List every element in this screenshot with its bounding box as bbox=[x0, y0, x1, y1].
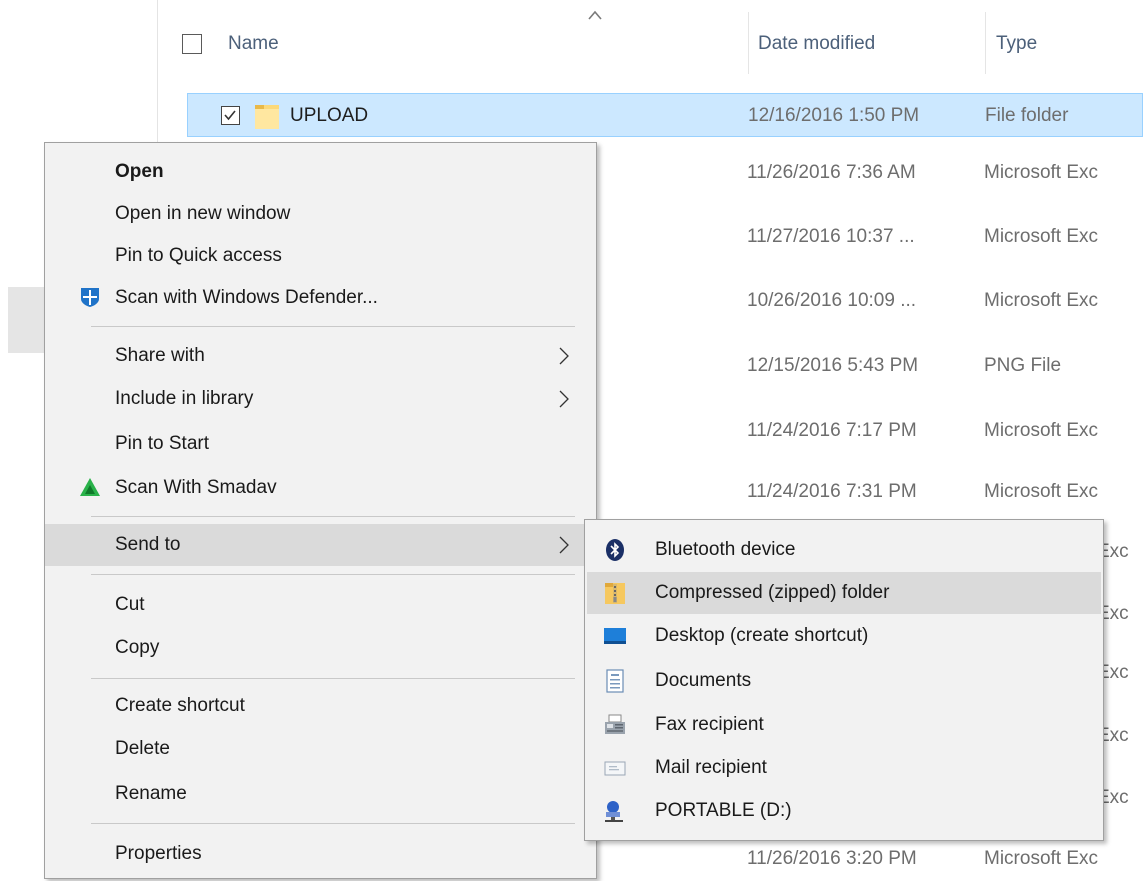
menu-item-rename[interactable]: Rename bbox=[45, 773, 596, 815]
menu-item-share-with[interactable]: Share with bbox=[45, 335, 596, 377]
file-type: Microsoft Exc bbox=[984, 481, 1099, 502]
menu-item-open-new-window[interactable]: Open in new window bbox=[45, 193, 596, 235]
menu-item-pin-quick-access[interactable]: Pin to Quick access bbox=[45, 235, 596, 277]
menu-separator bbox=[91, 678, 575, 679]
file-type: PNG File bbox=[984, 355, 1062, 376]
menu-item-label: Copy bbox=[115, 637, 160, 658]
file-type: Microsoft Exc bbox=[984, 420, 1099, 441]
folder-icon bbox=[255, 105, 279, 129]
sort-ascending-icon bbox=[588, 10, 602, 20]
context-menu: Open Open in new window Pin to Quick acc… bbox=[44, 142, 597, 879]
file-date-modified: 11/27/2016 10:37 ... bbox=[747, 226, 915, 247]
submenu-item-fax[interactable]: Fax recipient bbox=[587, 704, 1101, 746]
submenu-item-label: Mail recipient bbox=[655, 757, 767, 778]
menu-item-label: Open in new window bbox=[115, 203, 291, 224]
file-date-modified: 11/24/2016 7:17 PM bbox=[747, 420, 917, 441]
chevron-right-icon bbox=[559, 390, 569, 408]
submenu-item-label: Desktop (create shortcut) bbox=[655, 625, 869, 646]
menu-item-include-library[interactable]: Include in library bbox=[45, 378, 596, 420]
menu-item-pin-start[interactable]: Pin to Start bbox=[45, 423, 596, 465]
file-name: UPLOAD bbox=[290, 105, 369, 126]
submenu-item-desktop[interactable]: Desktop (create shortcut) bbox=[587, 615, 1101, 657]
documents-icon bbox=[606, 669, 624, 693]
file-type: Microsoft Exc bbox=[984, 290, 1099, 311]
select-all-checkbox[interactable] bbox=[182, 34, 202, 54]
menu-separator bbox=[91, 326, 575, 327]
menu-item-cut[interactable]: Cut bbox=[45, 584, 596, 626]
menu-separator bbox=[91, 574, 575, 575]
mail-icon bbox=[604, 761, 626, 776]
file-type: Microsoft Exc bbox=[984, 226, 1099, 247]
column-header-bar: Name Date modified Type bbox=[158, 0, 1143, 88]
menu-item-label: Send to bbox=[115, 534, 181, 555]
menu-item-label: Create shortcut bbox=[115, 695, 245, 716]
zip-folder-icon bbox=[605, 583, 625, 604]
file-date-modified: 12/15/2016 5:43 PM bbox=[747, 355, 919, 376]
network-drive-icon bbox=[605, 801, 623, 822]
menu-item-label: Scan with Windows Defender... bbox=[115, 287, 378, 308]
menu-item-properties[interactable]: Properties bbox=[45, 833, 596, 875]
menu-item-label: Cut bbox=[115, 594, 145, 615]
submenu-item-compressed-folder[interactable]: Compressed (zipped) folder bbox=[587, 572, 1101, 614]
column-header-name[interactable]: Name bbox=[228, 33, 279, 55]
file-date-modified: 11/26/2016 3:20 PM bbox=[747, 848, 917, 869]
menu-item-scan-smadav[interactable]: Scan With Smadav bbox=[45, 467, 596, 509]
menu-item-label: Rename bbox=[115, 783, 187, 804]
fax-icon bbox=[605, 714, 625, 734]
file-row-selected[interactable]: UPLOAD 12/16/2016 1:50 PM File folder bbox=[187, 93, 1143, 137]
menu-item-scan-defender[interactable]: Scan with Windows Defender... bbox=[45, 277, 596, 319]
file-date-modified: 10/26/2016 10:09 ... bbox=[747, 290, 917, 311]
submenu-item-label: Bluetooth device bbox=[655, 539, 796, 560]
menu-item-label: Open bbox=[115, 161, 164, 182]
column-header-date-modified[interactable]: Date modified bbox=[758, 33, 875, 55]
submenu-item-label: Documents bbox=[655, 670, 752, 691]
send-to-submenu: Bluetooth device Compressed (zipped) fol… bbox=[584, 519, 1104, 841]
submenu-item-label: Compressed (zipped) folder bbox=[655, 582, 890, 603]
menu-item-label: Share with bbox=[115, 345, 205, 366]
submenu-item-bluetooth[interactable]: Bluetooth device bbox=[587, 529, 1101, 571]
submenu-item-label: PORTABLE (D:) bbox=[655, 800, 792, 821]
menu-item-open[interactable]: Open bbox=[45, 151, 596, 193]
file-date-modified: 11/26/2016 7:36 AM bbox=[747, 162, 916, 183]
desktop-icon bbox=[604, 628, 626, 644]
submenu-item-portable-drive[interactable]: PORTABLE (D:) bbox=[587, 790, 1101, 832]
file-type: Microsoft Exc bbox=[984, 162, 1099, 183]
menu-item-label: Delete bbox=[115, 738, 170, 759]
submenu-item-label: Fax recipient bbox=[655, 714, 764, 735]
chevron-right-icon bbox=[559, 347, 569, 365]
file-type: Microsoft Exc bbox=[984, 848, 1099, 869]
menu-item-label: Properties bbox=[115, 843, 202, 864]
windows-defender-icon bbox=[81, 288, 99, 307]
menu-item-label: Pin to Quick access bbox=[115, 245, 282, 266]
menu-separator bbox=[91, 516, 575, 517]
menu-item-copy[interactable]: Copy bbox=[45, 627, 596, 669]
menu-item-create-shortcut[interactable]: Create shortcut bbox=[45, 685, 596, 727]
menu-separator bbox=[91, 823, 575, 824]
menu-item-label: Scan With Smadav bbox=[115, 477, 277, 498]
file-date-modified: 12/16/2016 1:50 PM bbox=[748, 105, 920, 126]
chevron-right-icon bbox=[559, 536, 569, 554]
menu-item-send-to[interactable]: Send to bbox=[45, 524, 596, 566]
row-checkbox[interactable] bbox=[221, 106, 240, 125]
column-divider[interactable] bbox=[985, 12, 986, 74]
file-type: File folder bbox=[985, 105, 1069, 126]
column-divider[interactable] bbox=[748, 12, 749, 74]
smadav-icon bbox=[80, 478, 100, 496]
submenu-item-documents[interactable]: Documents bbox=[587, 660, 1101, 702]
menu-item-delete[interactable]: Delete bbox=[45, 728, 596, 770]
file-date-modified: 11/24/2016 7:31 PM bbox=[747, 481, 917, 502]
submenu-item-mail[interactable]: Mail recipient bbox=[587, 747, 1101, 789]
column-header-type[interactable]: Type bbox=[996, 33, 1037, 55]
bluetooth-icon bbox=[606, 539, 624, 561]
menu-item-label: Pin to Start bbox=[115, 433, 209, 454]
menu-item-label: Include in library bbox=[115, 388, 254, 409]
